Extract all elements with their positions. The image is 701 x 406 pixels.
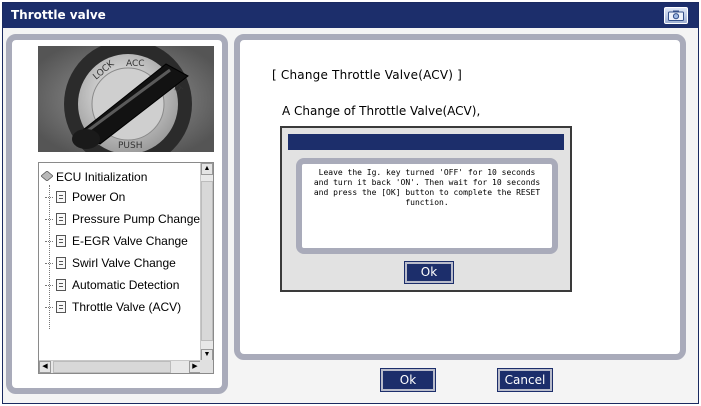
- tree-item-label: Pressure Pump Change: [72, 212, 201, 226]
- tree-root-label: ECU Initialization: [56, 170, 148, 184]
- ignition-key-image: LOCK ACC START PUSH: [38, 46, 214, 152]
- right-panel: [ Change Throttle Valve(ACV) ] A Change …: [234, 34, 686, 360]
- horizontal-scroll-thumb[interactable]: [53, 361, 171, 373]
- scroll-corner: [200, 360, 213, 373]
- ok-button[interactable]: Ok: [380, 368, 436, 392]
- dialog-message: Leave the Ig. key turned 'OFF' for 10 se…: [313, 168, 541, 207]
- vertical-scroll-thumb[interactable]: [201, 181, 213, 341]
- diamond-icon: [40, 170, 54, 184]
- svg-text:ACC: ACC: [126, 59, 145, 69]
- document-icon: [56, 235, 66, 247]
- scroll-up-arrow-icon[interactable]: ▲: [201, 163, 213, 175]
- vertical-scrollbar[interactable]: ▲ ▼: [200, 163, 213, 361]
- tree-item-label: Automatic Detection: [72, 278, 180, 292]
- ecu-initialization-tree[interactable]: ECU Initialization Power On Pressure Pum…: [38, 162, 214, 374]
- tree-root-ecu-initialization[interactable]: ECU Initialization: [39, 169, 147, 185]
- tree-item-e-egr-valve-change[interactable]: E-EGR Valve Change: [45, 232, 188, 250]
- tree-item-label: E-EGR Valve Change: [72, 234, 188, 248]
- tree-item-label: Power On: [72, 190, 126, 204]
- procedure-subheading: A Change of Throttle Valve(ACV),: [282, 104, 481, 118]
- tree-item-pressure-pump-change[interactable]: Pressure Pump Change: [45, 210, 200, 228]
- window-title: Throttle valve: [11, 8, 106, 22]
- title-bar: Throttle valve: [3, 3, 698, 28]
- left-panel: LOCK ACC START PUSH ECU Initialization P…: [6, 34, 228, 394]
- scroll-left-arrow-icon[interactable]: ◀: [39, 361, 51, 373]
- document-icon: [56, 279, 66, 291]
- document-icon: [56, 191, 66, 203]
- dialog-message-box: Leave the Ig. key turned 'OFF' for 10 se…: [296, 158, 558, 254]
- dialog-ok-button[interactable]: Ok: [404, 261, 454, 284]
- camera-icon[interactable]: [664, 7, 688, 24]
- cancel-button[interactable]: Cancel: [497, 368, 553, 392]
- tree-item-label: Throttle Valve (ACV): [72, 300, 182, 314]
- document-icon: [56, 257, 66, 269]
- tree-item-throttle-valve-acv[interactable]: Throttle Valve (ACV): [45, 298, 181, 316]
- horizontal-scrollbar[interactable]: ◀ ▶: [39, 360, 201, 373]
- tree-item-power-on[interactable]: Power On: [45, 188, 125, 206]
- procedure-heading: [ Change Throttle Valve(ACV) ]: [272, 68, 463, 82]
- tree-item-swirl-valve-change[interactable]: Swirl Valve Change: [45, 254, 176, 272]
- reset-dialog: Leave the Ig. key turned 'OFF' for 10 se…: [280, 126, 572, 292]
- document-icon: [56, 301, 66, 313]
- svg-text:PUSH: PUSH: [118, 141, 143, 151]
- document-icon: [56, 213, 66, 225]
- tree-item-automatic-detection[interactable]: Automatic Detection: [45, 276, 179, 294]
- tree-item-label: Swirl Valve Change: [72, 256, 176, 270]
- dialog-title-bar: [288, 134, 564, 150]
